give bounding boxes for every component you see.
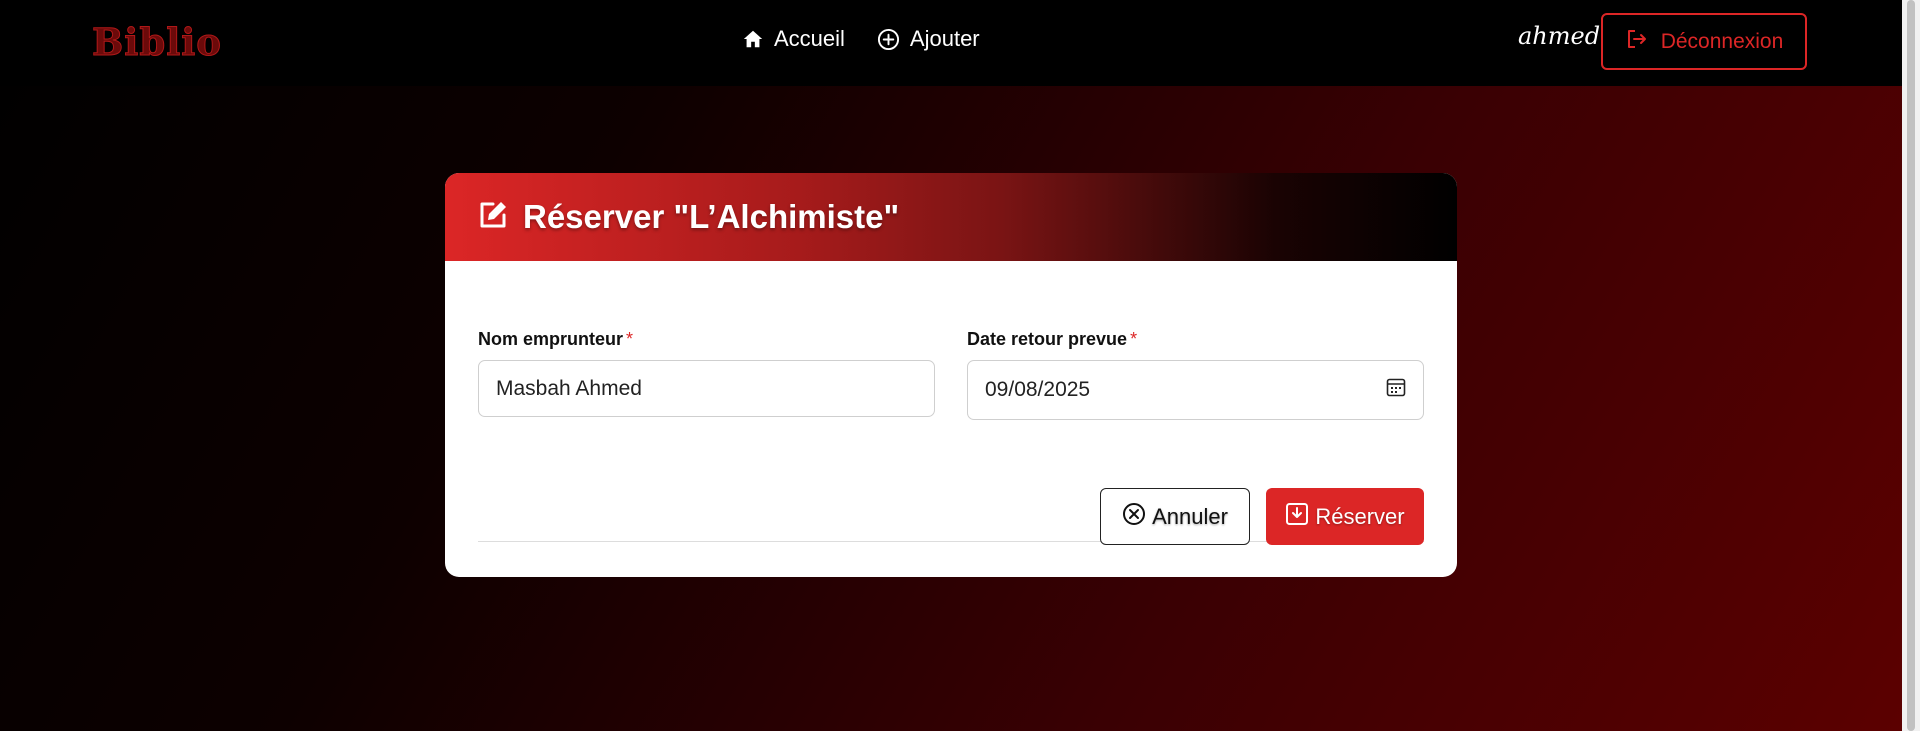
required-mark: * [1130,329,1138,349]
home-icon [742,28,764,50]
scrollbar-thumb[interactable] [1907,0,1915,731]
nav-link-label: Ajouter [909,26,980,51]
cancel-label: Annuler [1152,503,1228,529]
edit-icon [477,199,509,236]
navbar: Biblio Accueil Ajouter ahmed Déconnexion [0,0,1902,86]
page-scrollbar[interactable] [1902,0,1920,731]
nav-link-ajouter[interactable]: Ajouter [877,26,980,52]
return-date-label: Date retour prevue * [967,329,1138,349]
close-circle-icon [1122,502,1146,532]
reserve-label: Réserver [1315,503,1405,529]
card-header: Réserver "L’Alchimiste" [445,173,1457,261]
borrower-field: Nom emprunteur * [478,329,935,417]
logout-icon [1625,28,1649,56]
calendar-icon[interactable] [1386,377,1406,403]
required-mark: * [626,329,634,349]
logout-button[interactable]: Déconnexion [1601,13,1807,70]
nav-link-label: Accueil [774,26,845,51]
return-date-input[interactable]: 09/08/2025 [967,360,1424,420]
plus-circle-icon [877,28,900,51]
page-title: Réserver "L’Alchimiste" [523,198,900,235]
return-date-value: 09/08/2025 [985,378,1091,401]
reservation-card: Réserver "L’Alchimiste" Nom emprunteur * … [445,173,1457,577]
save-download-icon [1285,502,1309,532]
borrower-label: Nom emprunteur * [478,329,634,349]
cancel-button[interactable]: Annuler [1100,488,1250,545]
return-date-field: Date retour prevue * 09/08/2025 [967,329,1424,420]
nav-link-accueil[interactable]: Accueil [742,26,845,52]
card-body: Nom emprunteur* Date retour prevue* 09/0… [445,261,1457,577]
main-nav: Accueil Ajouter [742,26,980,52]
borrower-name-input[interactable] [478,360,935,417]
brand-logo[interactable]: Biblio [92,20,222,65]
username: ahmed [1518,22,1601,50]
logout-label: Déconnexion [1660,29,1784,53]
reserve-button[interactable]: Réserver [1266,488,1424,545]
